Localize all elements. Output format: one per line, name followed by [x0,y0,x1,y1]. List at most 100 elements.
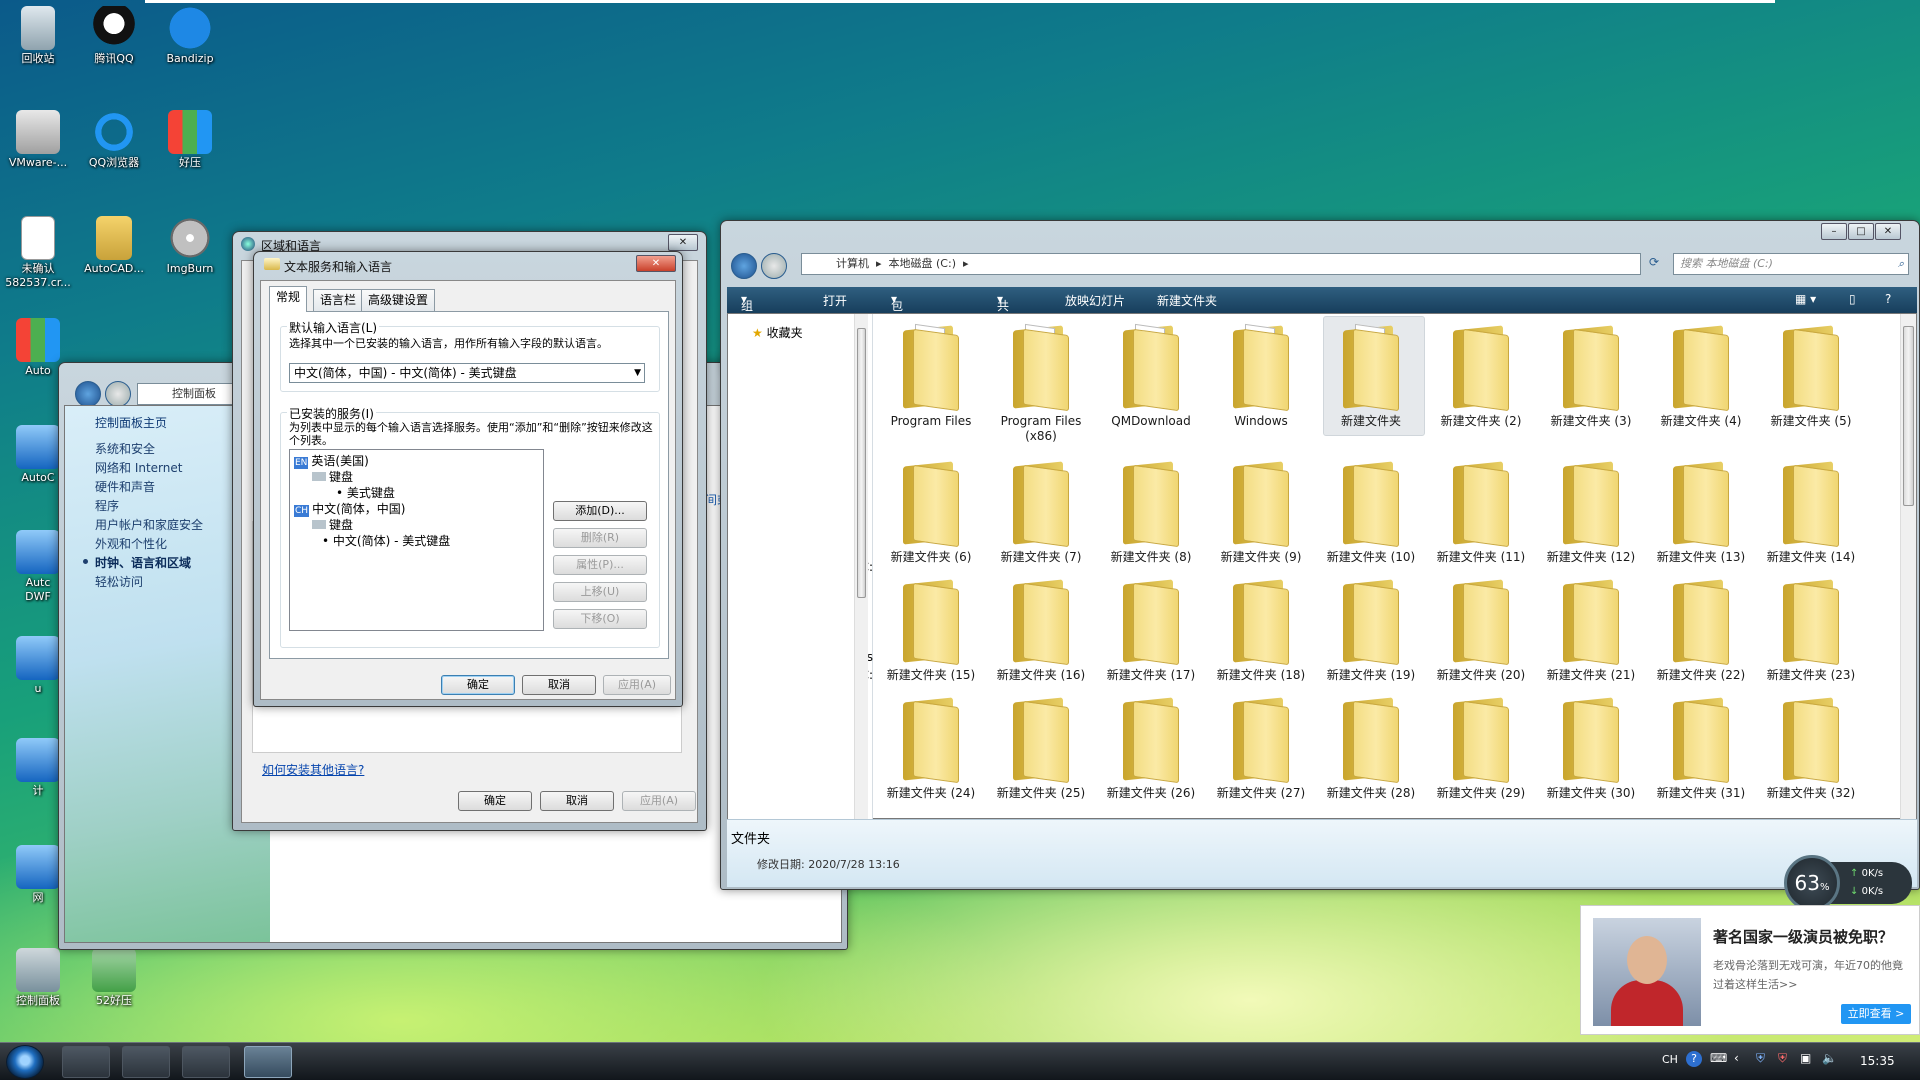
folder-item[interactable]: 新建文件夹 (26) [1096,694,1206,801]
cp-sidebar-item[interactable]: 控制面板主页 [95,414,167,431]
maximize-button[interactable]: □ [1848,223,1874,240]
content-scrollbar[interactable] [1900,314,1916,820]
taskbar-control-panel-app[interactable] [122,1046,170,1078]
ts-cancel-button[interactable]: 取消 [522,675,596,695]
remove-button[interactable]: 删除(R) [553,528,647,548]
desktop-icon[interactable]: 腾讯QQ [78,6,150,66]
desktop-icon[interactable]: 好压 [154,110,226,170]
folder-item[interactable]: 新建文件夹 (5) [1756,322,1866,429]
move-up-button[interactable]: 上移(U) [553,582,647,602]
text-services-dialog[interactable]: 文本服务和输入语言 ✕ 常规 语言栏 高级键设置 默认输入语言(L) 选择其中一… [253,251,683,707]
folder-item[interactable]: 新建文件夹 (10) [1316,458,1426,565]
add-button[interactable]: 添加(D)... [553,501,647,521]
language-indicator[interactable]: CH [1662,1053,1678,1066]
volume-icon[interactable]: 🔈 [1822,1051,1837,1065]
desktop-icon[interactable]: QQ浏览器 [78,110,150,170]
desktop-icon[interactable]: AutoCAD... [78,216,150,276]
tree-node-keyboard[interactable]: 键盘 [312,468,353,485]
folder-item[interactable]: QMDownload [1096,322,1206,429]
properties-button[interactable]: 属性(P)... [553,555,647,575]
folder-item[interactable]: 新建文件夹 (8) [1096,458,1206,565]
clock[interactable]: 15:35 [1860,1054,1895,1068]
folder-item[interactable]: 新建文件夹 (20) [1426,576,1536,683]
region-ok-button[interactable]: 确定 [458,791,532,811]
forward-icon[interactable] [761,253,787,279]
cp-sidebar-item[interactable]: 轻松访问 [95,573,143,590]
news-photo[interactable] [1593,918,1701,1026]
folder-item[interactable]: Program Files [876,322,986,429]
folder-item[interactable]: 新建文件夹 (11) [1426,458,1536,565]
explorer-search-input[interactable]: 搜索 本地磁盘 (C:) ⌕ [1673,253,1909,275]
folder-item[interactable]: 新建文件夹 (2) [1426,322,1536,429]
cp-sidebar-item[interactable]: 系统和安全 [95,440,155,457]
tree-node-chinese[interactable]: CH 中文(简体，中国) [294,500,405,517]
region-apply-button[interactable]: 应用(A) [622,791,696,811]
close-button[interactable]: ✕ [668,234,698,251]
folder-item[interactable]: 新建文件夹 (18) [1206,576,1316,683]
desktop-icon[interactable]: Bandizip [154,6,226,66]
folder-item[interactable]: 新建文件夹 (7) [986,458,1096,565]
news-popup[interactable]: 著名国家一级演员被免职？ 老戏骨沦落到无戏可演，年近70的他竟过着这样生活>> … [1580,905,1920,1035]
folder-item[interactable]: 新建文件夹 [1316,316,1426,436]
cp-sidebar-item[interactable]: 时钟、语言和区域 [95,554,191,571]
folder-item[interactable]: 新建文件夹 (13) [1646,458,1756,565]
back-icon[interactable] [75,381,101,407]
taskbar-explorer-app[interactable] [62,1046,110,1078]
explorer-address-bar[interactable]: 计算机 ▸ 本地磁盘 (C:) ▸ [801,253,1641,275]
back-icon[interactable] [731,253,757,279]
folder-item[interactable]: 新建文件夹 (25) [986,694,1096,801]
tree-node-english[interactable]: EN 英语(美国) [294,452,369,469]
input-method-icon[interactable]: ⌨ [1710,1051,1727,1065]
tree-node-chinese-us-keyboard[interactable]: • 中文(简体) - 美式键盘 [322,532,450,549]
folder-item[interactable]: 新建文件夹 (32) [1756,694,1866,801]
cp-sidebar-item[interactable]: 外观和个性化 [95,535,167,552]
cp-sidebar-item[interactable]: 网络和 Internet [95,459,182,476]
desktop-icon[interactable]: 控制面板 [2,948,74,1008]
folder-item[interactable]: 新建文件夹 (16) [986,576,1096,683]
search-icon[interactable]: ⌕ [1898,254,1904,274]
start-button[interactable] [6,1045,44,1079]
slideshow-button[interactable]: 放映幻灯片 [1065,292,1125,309]
tree-node-us-keyboard[interactable]: • 美式键盘 [336,484,395,501]
open-button[interactable]: 打开 [823,292,847,309]
folder-item[interactable]: 新建文件夹 (22) [1646,576,1756,683]
folder-item[interactable]: 新建文件夹 (4) [1646,322,1756,429]
folder-item[interactable]: 新建文件夹 (9) [1206,458,1316,565]
help-icon[interactable]: ? [1686,1051,1702,1067]
folder-item[interactable]: 新建文件夹 (27) [1206,694,1316,801]
taskbar-text-services-app[interactable] [244,1046,292,1078]
cp-sidebar-item[interactable]: 用户帐户和家庭安全 [95,516,203,533]
minimize-button[interactable]: – [1821,223,1847,240]
desktop-icon[interactable]: 52好压 [78,948,150,1008]
folder-item[interactable]: 新建文件夹 (14) [1756,458,1866,565]
folder-item[interactable]: 新建文件夹 (24) [876,694,986,801]
desktop-icon[interactable]: VMware-... [2,110,74,170]
nav-scroll-thumb[interactable] [857,328,866,598]
refresh-icon[interactable]: ⟳ [1649,255,1669,273]
view-options-icon[interactable]: ▦ ▾ [1795,292,1816,306]
help-icon[interactable]: ? [1885,292,1891,306]
default-language-select[interactable]: 中文(简体，中国) - 中文(简体) - 美式键盘 ▼ [289,363,645,383]
network-icon[interactable]: ▣ [1800,1051,1811,1065]
favorites-item[interactable]: ★ 收藏夹 [752,324,803,341]
cp-sidebar-item[interactable]: 硬件和声音 [95,478,155,495]
folder-item[interactable]: 新建文件夹 (17) [1096,576,1206,683]
share-button[interactable]: 共享 ▾ [997,292,1009,330]
include-in-library-button[interactable]: 包含到库中 ▾ [891,292,903,381]
news-description[interactable]: 老戏骨沦落到无戏可演，年近70的他竟过着这样生活>> [1713,956,1913,994]
breadcrumb-drive-c[interactable]: 本地磁盘 (C:) [889,257,956,270]
folder-item[interactable]: 新建文件夹 (15) [876,576,986,683]
explorer-window[interactable]: – □ ✕ 计算机 ▸ 本地磁盘 (C:) ▸ ⟳ 搜索 本地磁盘 (C:) ⌕… [720,220,1920,890]
close-button[interactable]: ✕ [636,255,676,272]
chevron-left-icon[interactable]: ‹ [1734,1051,1739,1065]
folder-item[interactable]: 新建文件夹 (30) [1536,694,1646,801]
folder-item[interactable]: 新建文件夹 (3) [1536,322,1646,429]
new-folder-button[interactable]: 新建文件夹 [1157,292,1217,309]
forward-icon[interactable] [105,381,131,407]
close-button[interactable]: ✕ [1875,223,1901,240]
memory-usage-gauge[interactable]: 63% [1784,855,1840,911]
shield-icon[interactable]: ⛨ [1756,1051,1765,1066]
folder-item[interactable]: 新建文件夹 (6) [876,458,986,565]
folder-item[interactable]: 新建文件夹 (23) [1756,576,1866,683]
install-language-link[interactable]: 如何安装其他语言? [262,761,364,778]
